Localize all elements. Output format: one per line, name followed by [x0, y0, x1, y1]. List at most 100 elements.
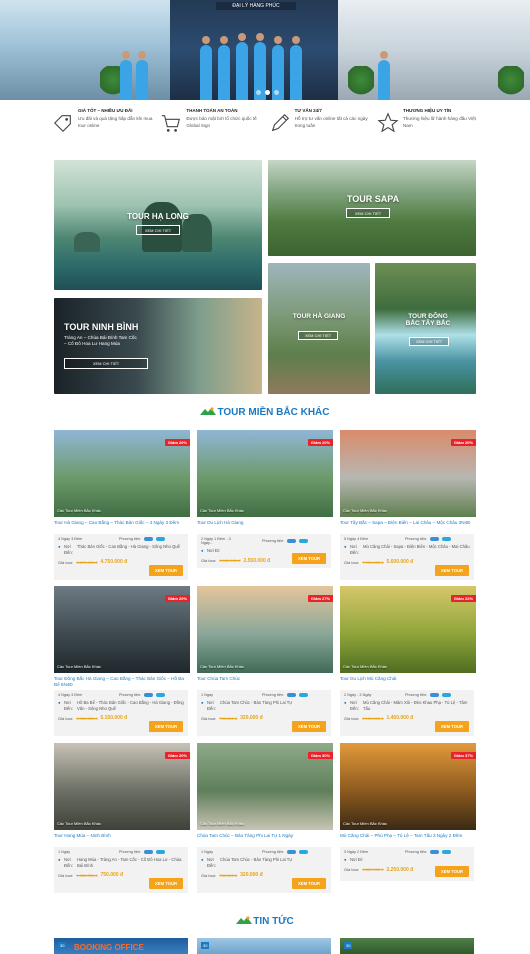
tour-card[interactable]: Giảm 20% Các Tour Miền Bắc Khác Tour Đông …: [54, 586, 190, 736]
view-tour-button[interactable]: XEM TOUR: [292, 878, 326, 889]
tour-duration: 4 Ngày 3 Đêm: [58, 537, 83, 541]
star-icon: [377, 112, 399, 134]
tour-places: Chùa Tam Chúc - Bảo Tàng Phi Lai Tự: [220, 857, 293, 862]
destination-label: Nơi Đến:: [350, 700, 359, 711]
tour-title-link[interactable]: Tour Tây Bắc – Sapa – Điện Biên – Lai Ch…: [340, 520, 476, 532]
destination-ha-long[interactable]: TOUR HẠ LONG XEM CHI TIẾT: [54, 160, 262, 290]
tour-image[interactable]: Giảm 20% Các Tour Miền Bắc Khác: [340, 430, 476, 517]
news-card[interactable]: 30 BOOKING OFFICE: [54, 938, 188, 954]
tour-title-link[interactable]: Mù Căng Chải – Phù Phạ – Tú Lệ – Tam Tấu…: [340, 833, 476, 845]
tour-title-link[interactable]: Chùa Tam Chúc – Bảo Tàng Phi Lai Tự 1 Ng…: [197, 833, 333, 845]
feature-desc: Hỗ trợ tư vấn online tất cả các ngày tro…: [294, 116, 368, 129]
feature-item: TƯ VẤN 24/7 Hỗ trợ tư vấn online tất cả …: [269, 108, 374, 134]
plane-icon: [144, 850, 154, 854]
plane-icon: [287, 693, 297, 697]
tour-route-row: ● Nơi Đến: Hang Múa - Tràng An - Tam Cốc -…: [58, 857, 184, 868]
hero-dot-active[interactable]: [265, 90, 270, 95]
view-detail-button[interactable]: XEM CHI TIẾT: [409, 337, 449, 346]
destination-title: TOUR NINH BÌNH: [64, 322, 139, 332]
hero-dot[interactable]: [256, 90, 261, 95]
tour-card[interactable]: Giảm 27% Các Tour Miền Bắc Khác Tour Chùa …: [197, 586, 333, 736]
tour-card[interactable]: Giảm 37% Các Tour Miền Bắc Khác Mù Căng Ch…: [340, 743, 476, 881]
vehicle-label: Phương tiện:: [119, 693, 142, 697]
tour-image[interactable]: Giảm 22% Các Tour Miền Bắc Khác: [340, 586, 476, 673]
tour-image[interactable]: Giảm 30% Các Tour Miền Bắc Khác: [197, 743, 333, 830]
tour-image[interactable]: Giảm 27% Các Tour Miền Bắc Khác: [197, 586, 333, 673]
destination-dong-bac[interactable]: TOUR ĐÔNG BẮC TÂY BẮC XEM CHI TIẾT: [375, 263, 476, 394]
view-detail-button[interactable]: XEM CHI TIẾT: [64, 358, 148, 369]
tour-title-link[interactable]: Tour Hang Múa – Ninh Bình: [54, 833, 190, 845]
view-tour-button[interactable]: XEM TOUR: [435, 565, 469, 576]
tour-category: Các Tour Miền Bắc Khác: [343, 821, 387, 826]
staff-figure: [120, 51, 132, 100]
tour-title-link[interactable]: Tour Du Lịch Hà Giang: [197, 520, 333, 532]
view-tour-button[interactable]: XEM TOUR: [435, 721, 469, 732]
tour-card[interactable]: Giảm 20% Các Tour Miền Bắc Khác Tour Hang …: [54, 743, 190, 893]
view-detail-button[interactable]: XEM CHI TIẾT: [346, 208, 390, 218]
tour-route-row: ● Nơi Đến: Hồ Ba Bể - Thác Bản Giốc - Cao …: [58, 700, 184, 711]
view-tour-button[interactable]: XEM TOUR: [149, 721, 183, 732]
tour-image[interactable]: Giảm 20% Các Tour Miền Bắc Khác: [54, 743, 190, 830]
tour-route-row: ● Nơi Đến: Mù Căng Chải - Mâm Xôi - Đèo Kh…: [344, 700, 470, 711]
tour-info-box: 1 Ngày Phương tiện: ● Nơi Đến: Chùa Tam Chúc…: [197, 690, 331, 736]
tour-meta-row: 1 Ngày Phương tiện:: [58, 850, 184, 854]
tour-image[interactable]: Giảm 37% Các Tour Miền Bắc Khác: [340, 743, 476, 830]
tour-card[interactable]: Giảm 20% Các Tour Miền Bắc Khác Tour Du Lị…: [197, 430, 333, 568]
tour-title-link[interactable]: Tour Du Lịch Mù Căng Chải: [340, 676, 476, 688]
view-tour-button[interactable]: XEM TOUR: [292, 721, 326, 732]
destination-title: TOUR HÀ GIANG: [292, 313, 346, 320]
tour-card[interactable]: Giảm 30% Các Tour Miền Bắc Khác Chùa Tam C…: [197, 743, 333, 893]
new-price: 4.750.000 đ: [100, 559, 128, 566]
view-detail-button[interactable]: XEM CHI TIẾT: [136, 225, 180, 235]
new-price: 320.000 đ: [240, 715, 263, 722]
view-tour-button[interactable]: XEM TOUR: [149, 565, 183, 576]
tour-route-row: ● Nơi Đi:: [344, 857, 470, 863]
hero-image-lobby: [338, 0, 530, 100]
hero-dot[interactable]: [274, 90, 279, 95]
tour-image[interactable]: Giảm 20% Các Tour Miền Bắc Khác: [54, 430, 190, 517]
feature-item: GIÁ TỐT – NHIỀU ƯU ĐÃI Ưu đãi và quà tặn…: [52, 108, 157, 134]
tour-meta-row: 1 Ngày Phương tiện:: [201, 693, 327, 697]
news-card[interactable]: 30: [340, 938, 474, 954]
feature-desc: Thương hiệu lữ hành hàng đầu Việt Nam: [402, 116, 476, 129]
tour-info-box: 2 Ngày - 3 Ngày Phương tiện: ● Nơi Đến: Mù C…: [340, 690, 474, 736]
vehicle-label: Phương tiện:: [262, 539, 285, 543]
price-label: Giá tour:: [201, 558, 217, 564]
tour-card[interactable]: Giảm 20% Các Tour Miền Bắc Khác Tour Tây B…: [340, 430, 476, 580]
hero-banner[interactable]: ĐẠI LÝ HÀNG PHÚC: [0, 0, 530, 100]
vehicle-label: Phương tiện:: [405, 850, 428, 854]
tour-card[interactable]: Giảm 20% Các Tour Miền Bắc Khác Tour Hà Gi…: [54, 430, 190, 580]
view-detail-button[interactable]: XEM CHI TIẾT: [298, 331, 338, 340]
staff-figure: [236, 33, 248, 100]
view-tour-button[interactable]: XEM TOUR: [435, 866, 469, 877]
price-label: Giá tour:: [201, 715, 217, 721]
feature-title: TƯ VẤN 24/7: [294, 108, 322, 113]
tour-info-box: 3 Ngày 2 Đêm Phương tiện: ● Nơi Đi: Giá tour…: [340, 847, 474, 881]
tour-info-box: 5 Ngày 4 Đêm Phương tiện: ● Nơi Đến: Mù Căng…: [340, 534, 474, 580]
tour-route-row: ● Nơi Đến: Thác Bản Giốc - Cao Bằng - Hà G…: [58, 544, 184, 555]
destination-label: Nơi Đến:: [64, 544, 73, 555]
view-tour-button[interactable]: XEM TOUR: [149, 878, 183, 889]
tour-route-row: ● Nơi Đến: Chùa Tam Chúc - Bảo Tàng Phi La…: [201, 700, 327, 711]
tour-route-row: ● Nơi Đến: Chùa Tam Chúc - Bảo Tàng Phi La…: [201, 857, 327, 868]
destination-ninh-binh[interactable]: TOUR NINH BÌNH Tràng An – Chùa Bái Đính …: [54, 298, 262, 394]
tour-image[interactable]: Giảm 20% Các Tour Miền Bắc Khác: [54, 586, 190, 673]
destination-sapa[interactable]: TOUR SAPA XEM CHI TIẾT: [268, 160, 476, 256]
tour-title-link[interactable]: Tour Chùa Tam Chúc: [197, 676, 333, 688]
tour-card[interactable]: Giảm 22% Các Tour Miền Bắc Khác Tour Du Lị…: [340, 586, 476, 736]
bus-icon: [156, 537, 166, 541]
tour-title-link[interactable]: Tour Đông Bắc Hà Giang – Cao Bằng – Thác…: [54, 676, 190, 688]
destination-ha-giang[interactable]: TOUR HÀ GIANG XEM CHI TIẾT: [268, 263, 370, 394]
feature-title: THANH TOÁN AN TOÀN: [186, 108, 238, 113]
news-card[interactable]: 30: [197, 938, 331, 954]
section-title-text: TOUR MIỀN BẮC KHÁC: [217, 407, 330, 418]
view-tour-button[interactable]: XEM TOUR: [292, 553, 326, 564]
tour-title-link[interactable]: Tour Hà Giang – Cao Bằng – Thác Bản Giốc…: [54, 520, 190, 532]
price-label: Giá tour:: [58, 559, 74, 565]
tour-image[interactable]: Giảm 20% Các Tour Miền Bắc Khác: [197, 430, 333, 517]
hero-pagination[interactable]: [256, 90, 279, 95]
tour-info-box: 1 Ngày Phương tiện: ● Nơi Đến: Chùa Tam Chúc…: [197, 847, 331, 893]
feature-title: THƯƠNG HIỆU UY TÍN: [402, 108, 452, 113]
tour-category: Các Tour Miền Bắc Khác: [343, 508, 387, 513]
destination-label: Nơi Đến:: [350, 544, 359, 555]
